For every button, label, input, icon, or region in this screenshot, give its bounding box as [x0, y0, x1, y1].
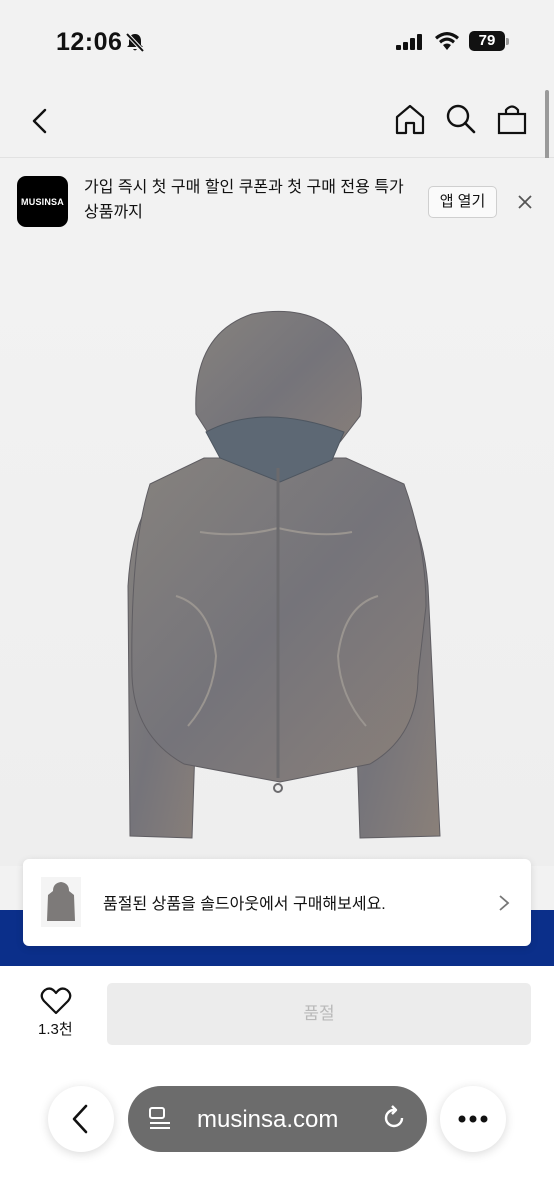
open-app-button[interactable]: 앱 열기 [428, 186, 497, 218]
bag-icon[interactable] [494, 101, 530, 137]
back-icon [72, 1104, 88, 1134]
address-bar[interactable]: musinsa.com [128, 1086, 427, 1152]
reload-icon[interactable] [380, 1104, 408, 1132]
soldout-message: 품절된 상품을 솔드아웃에서 구매해보세요. [103, 896, 386, 913]
battery-indicator: 79 [469, 31, 509, 51]
app-promo-banner: MUSINSA 가입 즉시 첫 구매 할인 쿠폰과 첫 구매 전용 특가 상품까… [0, 158, 554, 246]
purchase-bar: 1.3천 품절 [0, 966, 554, 1056]
status-time: 12:06 [56, 28, 123, 56]
heart-icon[interactable] [40, 986, 72, 1016]
browser-back-button[interactable] [48, 1086, 114, 1152]
browser-more-button[interactable] [440, 1086, 506, 1152]
bell-off-icon [125, 32, 145, 53]
like-count: 1.3천 [38, 1021, 73, 1038]
hoodie-jacket-image [127, 310, 441, 839]
product-image[interactable] [0, 246, 554, 866]
close-icon[interactable] [515, 192, 535, 212]
url-text: musinsa.com [197, 1106, 339, 1133]
musinsa-logo: MUSINSA [17, 176, 68, 227]
more-icon [458, 1115, 488, 1123]
status-bar: 12:06 79 [0, 0, 554, 84]
wifi-icon [435, 32, 459, 50]
soldout-button[interactable]: 품절 [107, 983, 531, 1045]
browser-toolbar: musinsa.com [0, 1056, 554, 1200]
back-icon[interactable] [24, 104, 58, 138]
page-menu-icon[interactable] [148, 1106, 174, 1132]
search-icon[interactable] [443, 101, 479, 137]
promo-message: 가입 즉시 첫 구매 할인 쿠폰과 첫 구매 전용 특가 상품까지 [84, 179, 404, 221]
scrollbar[interactable] [545, 90, 549, 160]
signal-icon [396, 34, 422, 50]
soldout-suggestion-card[interactable]: 품절된 상품을 솔드아웃에서 구매해보세요. [23, 859, 531, 946]
home-icon[interactable] [392, 101, 428, 137]
product-thumbnail [41, 877, 81, 927]
chevron-right-icon [499, 895, 510, 911]
nav-bar [0, 84, 554, 158]
